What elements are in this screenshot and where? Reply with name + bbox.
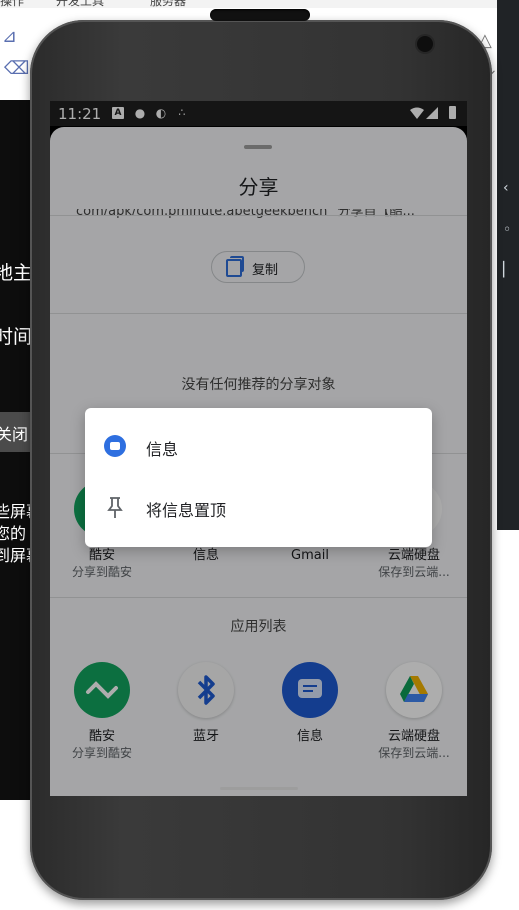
context-menu: 信息 将信息置顶 <box>85 408 432 547</box>
menu-item-messages[interactable]: 信息 <box>85 417 432 477</box>
bg-text: 时间 <box>0 326 33 348</box>
bg-text: 您的 <box>0 524 27 543</box>
phone-screen: 11:21 A ● ◐ ∴ 分享 com/apk/com.pminute.abe… <box>50 101 467 796</box>
phone-camera <box>417 36 433 52</box>
bg-text: 地主 <box>0 262 33 284</box>
menu-item[interactable]: 开发工具 <box>56 0 104 9</box>
menu-item[interactable]: 服务器 <box>150 0 186 9</box>
eraser-icon[interactable]: ⌫ <box>4 58 29 79</box>
messages-icon <box>104 435 126 457</box>
bg-close-label: 关闭 <box>0 425 29 444</box>
phone-speaker <box>210 9 310 21</box>
text-direction-icon[interactable]: ⊿ <box>2 26 17 47</box>
pin-icon <box>107 497 123 518</box>
bg-bar-icon: ▏ <box>503 262 514 278</box>
menu-item[interactable]: 操作 <box>0 0 24 9</box>
menu-item-label: 信息 <box>146 440 179 459</box>
menu-item-pin[interactable]: 将信息置顶 <box>85 478 432 538</box>
menu-item-label: 将信息置顶 <box>146 501 227 520</box>
desktop-menubar: 操作 开发工具 服务器 <box>0 0 519 8</box>
bg-mark-icon: ◦ <box>503 222 512 238</box>
background-side-window: ‹ ◦ ▏ <box>497 0 519 530</box>
bg-chevron-icon: ‹ <box>503 180 509 196</box>
